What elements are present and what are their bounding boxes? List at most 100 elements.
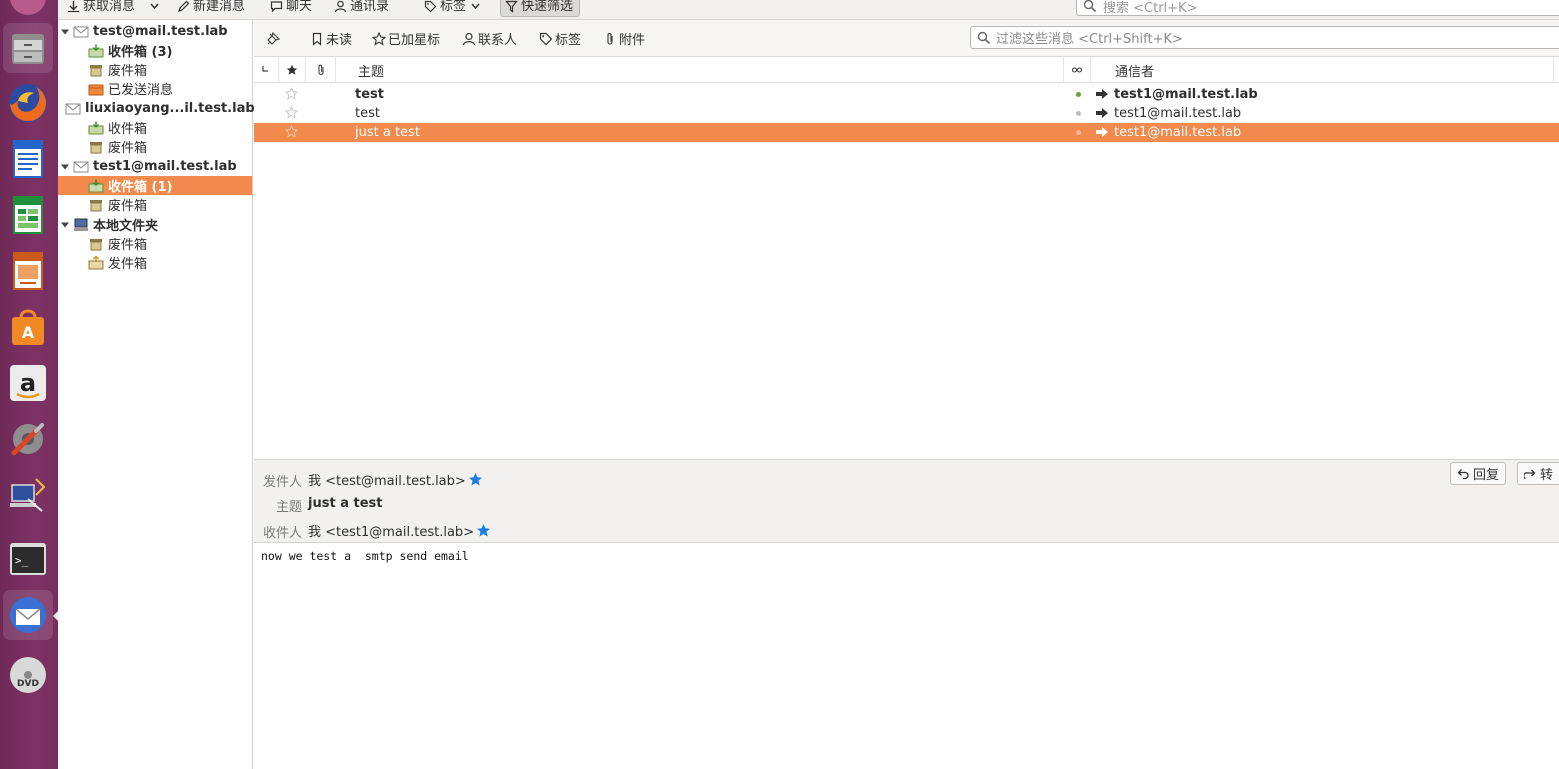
collapse-arrow-icon[interactable] bbox=[61, 163, 69, 171]
message-row[interactable]: test test1@mail.test.lab bbox=[254, 85, 1559, 104]
firefox-icon[interactable] bbox=[3, 78, 53, 128]
dash-icon[interactable] bbox=[3, 0, 53, 22]
subject-label: 主题 bbox=[275, 500, 302, 515]
settings-icon[interactable] bbox=[3, 414, 53, 464]
software-center-icon[interactable]: A bbox=[3, 302, 53, 352]
star-outline-icon[interactable] bbox=[285, 87, 298, 100]
impress-icon[interactable] bbox=[3, 246, 53, 296]
tag-button[interactable]: 标签 bbox=[424, 0, 482, 16]
correspondent-column[interactable]: 通信者 bbox=[1091, 57, 1554, 83]
unread-filter-button[interactable]: 未读 bbox=[310, 30, 353, 48]
subject-column[interactable]: 主题 bbox=[336, 57, 1064, 83]
message-subject: test bbox=[355, 87, 384, 102]
read-dot-icon[interactable] bbox=[1076, 130, 1081, 135]
to-value[interactable]: 我 <test1@mail.test.lab> bbox=[308, 521, 491, 540]
dvd-icon[interactable]: DVD bbox=[3, 650, 53, 700]
message-row[interactable]: test test1@mail.test.lab bbox=[254, 104, 1559, 123]
message-list-header: 主题 通信者 bbox=[254, 57, 1559, 83]
outgoing-arrow-icon bbox=[1096, 127, 1108, 137]
unread-label: 未读 bbox=[326, 33, 353, 48]
get-messages-button[interactable]: 获取消息 bbox=[67, 0, 135, 16]
folder-label: 废件箱 bbox=[108, 199, 148, 214]
local-folders-name: 本地文件夹 bbox=[93, 219, 159, 234]
folder-inbox[interactable]: 收件箱 bbox=[58, 118, 252, 137]
starred-filter-button[interactable]: 已加星标 bbox=[372, 30, 440, 48]
contact-icon bbox=[462, 32, 476, 45]
from-value[interactable]: 我 <test@mail.test.lab> bbox=[308, 470, 483, 489]
folder-trash[interactable]: 废件箱 bbox=[58, 195, 252, 214]
sticky-pin-button[interactable] bbox=[266, 30, 280, 47]
folder-inbox-selected[interactable]: 收件箱 (1) bbox=[58, 176, 252, 195]
correspondent-column-label: 通信者 bbox=[1115, 64, 1155, 80]
tag-label: 标签 bbox=[440, 0, 467, 14]
message-body: now we test a smtp send email bbox=[261, 549, 469, 563]
trash-icon bbox=[88, 198, 104, 212]
folder-inbox[interactable]: 收件箱 (3) bbox=[58, 41, 252, 60]
forward-button[interactable]: 转 bbox=[1517, 462, 1559, 485]
global-search-input[interactable]: 搜索 <Ctrl+K> bbox=[1076, 0, 1559, 16]
attachment-column[interactable] bbox=[306, 57, 336, 83]
download-icon bbox=[68, 1, 79, 13]
contact-filter-button[interactable]: 联系人 bbox=[462, 30, 517, 48]
unread-dot-icon[interactable] bbox=[1076, 92, 1081, 97]
forward-label: 转 bbox=[1540, 468, 1554, 483]
message-row-selected[interactable]: just a test test1@mail.test.lab bbox=[254, 123, 1559, 142]
inbox-icon bbox=[88, 179, 104, 193]
folder-label: 收件箱 bbox=[108, 122, 148, 137]
chat-button[interactable]: 聊天 bbox=[270, 0, 312, 16]
files-icon[interactable] bbox=[3, 23, 53, 73]
search-icon bbox=[977, 31, 991, 44]
folder-label: 废件箱 bbox=[108, 238, 148, 253]
network-icon[interactable] bbox=[3, 470, 53, 520]
to-label: 收件人 bbox=[262, 526, 302, 541]
read-status-column[interactable] bbox=[1064, 57, 1091, 83]
account-test1[interactable]: test1@mail.test.lab bbox=[58, 157, 252, 176]
address-book-label: 通讯录 bbox=[350, 0, 390, 14]
to-address: 我 <test1@mail.test.lab> bbox=[308, 525, 475, 540]
chat-label: 聊天 bbox=[286, 0, 313, 14]
thunderbird-icon[interactable] bbox=[3, 590, 53, 640]
main-toolbar: 获取消息 新建消息 聊天 通讯录 标签 快速筛选 搜索 <Ctrl+K> bbox=[58, 0, 1559, 20]
subject-column-label: 主题 bbox=[358, 64, 385, 80]
star-filled-icon[interactable] bbox=[476, 523, 491, 538]
amazon-icon[interactable]: a bbox=[3, 358, 53, 408]
account-name: liuxiaoyang...il.test.lab bbox=[85, 101, 255, 116]
svg-text:>_: >_ bbox=[15, 554, 29, 567]
filter-icon bbox=[505, 0, 518, 13]
account-test[interactable]: test@mail.test.lab bbox=[58, 22, 252, 41]
star-column[interactable] bbox=[279, 57, 306, 83]
new-message-button[interactable]: 新建消息 bbox=[177, 0, 245, 16]
address-book-button[interactable]: 通讯录 bbox=[334, 0, 389, 16]
folder-trash[interactable]: 废件箱 bbox=[58, 60, 252, 79]
folder-sent[interactable]: 已发送消息 bbox=[58, 79, 252, 98]
writer-icon[interactable] bbox=[3, 134, 53, 184]
attachment-filter-button[interactable]: 附件 bbox=[603, 30, 645, 48]
subject-value: just a test bbox=[308, 496, 383, 511]
outbox-icon bbox=[88, 255, 104, 270]
star-filled-icon[interactable] bbox=[468, 472, 483, 487]
folder-outbox[interactable]: 发件箱 bbox=[58, 253, 252, 272]
local-folders[interactable]: 本地文件夹 bbox=[58, 215, 252, 234]
read-dot-icon[interactable] bbox=[1076, 111, 1081, 116]
star-outline-icon[interactable] bbox=[285, 106, 298, 119]
folder-pane: test@mail.test.lab 收件箱 (3) 废件箱 已发送消息 liu… bbox=[58, 20, 255, 769]
terminal-icon[interactable]: >_ bbox=[3, 534, 53, 584]
collapse-arrow-icon[interactable] bbox=[61, 28, 69, 36]
account-liuxiaoyang[interactable]: liuxiaoyang...il.test.lab bbox=[58, 99, 255, 118]
tags-filter-button[interactable]: 标签 bbox=[539, 30, 582, 48]
svg-text:DVD: DVD bbox=[17, 679, 39, 689]
filter-messages-input[interactable]: 过滤这些消息 <Ctrl+Shift+K> bbox=[970, 26, 1559, 49]
folder-trash[interactable]: 废件箱 bbox=[58, 137, 252, 156]
from-label: 发件人 bbox=[262, 475, 302, 490]
get-messages-dropdown[interactable] bbox=[148, 0, 161, 16]
calc-icon[interactable] bbox=[3, 190, 53, 240]
folder-trash[interactable]: 废件箱 bbox=[58, 234, 252, 253]
quick-filter-button[interactable]: 快速筛选 bbox=[500, 0, 581, 17]
pencil-icon bbox=[178, 0, 190, 12]
reply-button[interactable]: 回复 bbox=[1450, 462, 1507, 485]
thread-column[interactable] bbox=[254, 57, 279, 83]
collapse-arrow-icon[interactable] bbox=[61, 221, 69, 229]
message-header-pane: 发件人 我 <test@mail.test.lab> 主题 just a tes… bbox=[254, 459, 1559, 543]
tags-label: 标签 bbox=[555, 33, 582, 48]
star-outline-icon[interactable] bbox=[285, 125, 298, 138]
